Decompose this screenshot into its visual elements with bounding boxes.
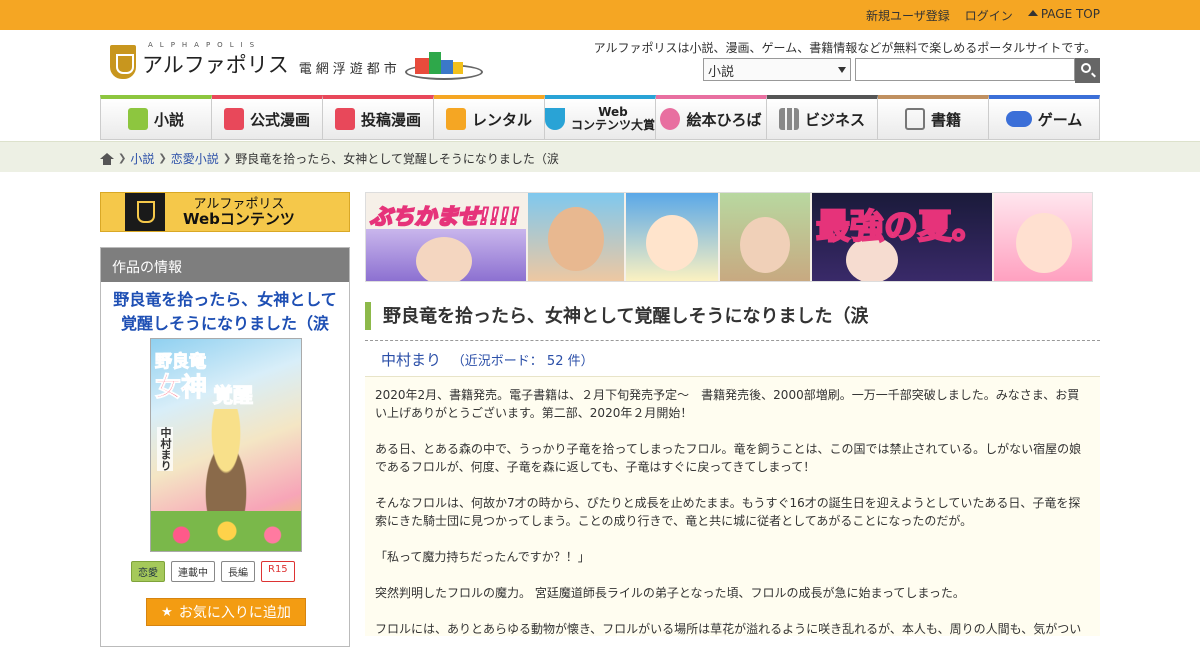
work-summary: 2020年2月、書籍発売。電子書籍は、２月下旬発売予定～ 書籍発売後、2000部… [365, 376, 1100, 636]
summary-paragraph: フロルには、ありとあらゆる動物が懐き、フロルがいる場所は草花が溢れるように咲き乱… [375, 622, 1082, 636]
top-bar: 新規ユーザ登録 ログイン PAGE TOP [0, 0, 1200, 30]
tag-length: 長編 [221, 561, 255, 582]
nav-rental[interactable]: レンタル [434, 95, 545, 140]
summary-paragraph: そんなフロルは、何故か7才の時から、ぴたりと成長を止めたまま。もうすぐ16才の誕… [375, 496, 1081, 528]
nav-label: 投稿漫画 [360, 110, 421, 129]
breadcrumb-bar: ❯ 小説 ❯ 恋愛小説 ❯ 野良竜を拾ったら、女神として覚醒しそうになりました（… [0, 141, 1200, 172]
alphapolis-emblem-icon [110, 45, 136, 79]
author-link[interactable]: 中村まり [381, 351, 441, 369]
work-info-heading: 作品の情報 [101, 248, 349, 282]
manga-icon [223, 108, 244, 130]
nav-label: 公式漫画 [249, 110, 310, 129]
nav-official-manga[interactable]: 公式漫画 [212, 95, 323, 140]
star-icon: ★ [161, 604, 173, 620]
chevron-right-icon: ❯ [118, 153, 127, 164]
city-shapes-icon [404, 44, 485, 80]
search-category-select[interactable]: 小説 [703, 58, 851, 81]
cover-title-b: 女神 [154, 373, 208, 404]
work-info-panel: 作品の情報 野良竜を拾ったら、女神として覚醒しそうになりました（涙 野良竜 女神… [100, 247, 350, 647]
breadcrumb-current: 野良竜を拾ったら、女神として覚醒しそうになりました（涙 [235, 152, 559, 166]
summary-paragraph: 2020年2月、書籍発売。電子書籍は、２月下旬発売予定～ 書籍発売後、2000部… [375, 388, 1080, 420]
site-logo[interactable]: ALPHAPOLIS アルファポリス 電網浮遊都市 [110, 41, 485, 80]
nav-label-line2: コンテンツ大賞 [571, 118, 656, 132]
nav-web-contents-award[interactable]: Web コンテンツ大賞 [545, 95, 656, 140]
banner-character [416, 237, 472, 281]
nav-novel[interactable]: 小説 [100, 95, 212, 140]
manga-icon [334, 108, 355, 130]
register-link[interactable]: 新規ユーザ登録 [866, 7, 950, 24]
author-line: 中村まり （近況ボード： 52 件） [381, 349, 594, 370]
work-tags: 恋愛 連載中 長編 R15 [131, 561, 295, 582]
tag-genre[interactable]: 恋愛 [131, 561, 165, 582]
picture-book-icon [660, 108, 681, 130]
chevron-right-icon: ❯ [158, 153, 167, 164]
nav-books[interactable]: 書籍 [878, 95, 989, 140]
work-title: 野良竜を拾ったら、女神として覚醒しそうになりました（涙 [365, 302, 1100, 330]
activity-board-link[interactable]: （近況ボード： 52 件） [452, 354, 594, 369]
divider [365, 340, 1100, 341]
banner-character [548, 207, 604, 271]
chevron-down-icon [838, 67, 846, 73]
nav-posted-manga[interactable]: 投稿漫画 [323, 95, 434, 140]
site-header: ALPHAPOLIS アルファポリス 電網浮遊都市 アルファポリスは小説、漫画、… [0, 30, 1200, 94]
nav-label: レンタル [471, 110, 532, 129]
banner-character [740, 217, 790, 273]
nav-label: Web コンテンツ大賞 [571, 106, 655, 132]
cover-flowers [151, 511, 301, 551]
bar-chart-icon [778, 108, 799, 130]
gamepad-icon [1005, 111, 1032, 127]
nav-games[interactable]: ゲーム [989, 95, 1100, 140]
main-nav: 小説 公式漫画 投稿漫画 レンタル Web コンテンツ大賞 絵本ひろば ビジネス… [100, 95, 1100, 140]
nav-label-line1: Web [598, 105, 628, 119]
cover-title-c: 覚醒 [213, 383, 254, 408]
cover-author: 中村まり [157, 427, 173, 471]
nav-label: ビジネス [804, 110, 865, 129]
add-favorite-button[interactable]: ★ お気に入りに追加 [146, 598, 306, 626]
web-contents-line2: Webコンテンツ [183, 210, 295, 228]
search-category-value: 小説 [708, 65, 735, 80]
logo-sub: ALPHAPOLIS [148, 41, 262, 49]
summary-paragraph: 「私って魔力持ちだったんですか？！」 [375, 550, 590, 564]
work-title-link[interactable]: 野良竜を拾ったら、女神として覚醒しそうになりました（涙 [101, 288, 349, 336]
logo-city: 電網浮遊都市 [298, 61, 401, 77]
login-link[interactable]: ログイン [965, 7, 1013, 24]
chevron-right-icon: ❯ [222, 153, 232, 164]
web-contents-banner[interactable]: アルファポリス Webコンテンツ [100, 192, 350, 232]
nav-business[interactable]: ビジネス [767, 95, 878, 140]
banner-text-1: ぶちかませ!!!! [369, 204, 521, 231]
banner-character [646, 215, 698, 271]
banner-text-2: 最強の夏。 [815, 206, 987, 248]
search-input[interactable] [855, 58, 1075, 81]
home-icon[interactable] [100, 152, 114, 165]
search-button[interactable] [1075, 58, 1100, 83]
summary-paragraph: ある日、とある森の中で、うっかり子竜を拾ってしまったフロル。竜を飼うことは、この… [375, 442, 1082, 474]
tag-rating: R15 [261, 561, 295, 582]
banner-character [1016, 213, 1072, 273]
add-favorite-label: お気に入りに追加 [178, 605, 291, 621]
trophy-icon [545, 108, 565, 130]
rental-icon [445, 108, 466, 130]
breadcrumb-romance[interactable]: 恋愛小説 [171, 150, 219, 167]
logo-text: ALPHAPOLIS アルファポリス [142, 41, 289, 79]
book-icon [127, 108, 148, 130]
search-icon [1081, 63, 1091, 73]
nav-label: 小説 [153, 110, 184, 129]
open-book-icon [904, 108, 925, 130]
site-tagline: アルファポリスは小説、漫画、ゲーム、書籍情報などが無料で楽しめるポータルサイトで… [593, 41, 1096, 55]
nav-label: 絵本ひろば [686, 110, 762, 129]
cover-image[interactable]: 野良竜 女神 覚醒 中村まり [150, 338, 302, 552]
top-links: 新規ユーザ登録 ログイン PAGE TOP [866, 7, 1100, 24]
logo-main: アルファポリス [142, 53, 289, 77]
web-contents-text: アルファポリス Webコンテンツ [183, 197, 295, 227]
promo-banner[interactable]: ぶちかませ!!!! 最強の夏。 [365, 192, 1093, 282]
tag-status: 連載中 [171, 561, 215, 582]
nav-label: ゲーム [1037, 110, 1083, 129]
summary-paragraph: 突然判明したフロルの魔力。 宮廷魔道師長ライルの弟子となった頃、フロルの成長が急… [375, 586, 965, 600]
nav-picture-book[interactable]: 絵本ひろば [656, 95, 767, 140]
breadcrumb: ❯ 小説 ❯ 恋愛小説 ❯ 野良竜を拾ったら、女神として覚醒しそうになりました（… [100, 150, 559, 167]
page-top-link[interactable]: PAGE TOP [1028, 7, 1100, 24]
alphapolis-emblem-icon [125, 193, 165, 231]
nav-label: 書籍 [930, 110, 961, 129]
breadcrumb-novel[interactable]: 小説 [130, 150, 154, 167]
